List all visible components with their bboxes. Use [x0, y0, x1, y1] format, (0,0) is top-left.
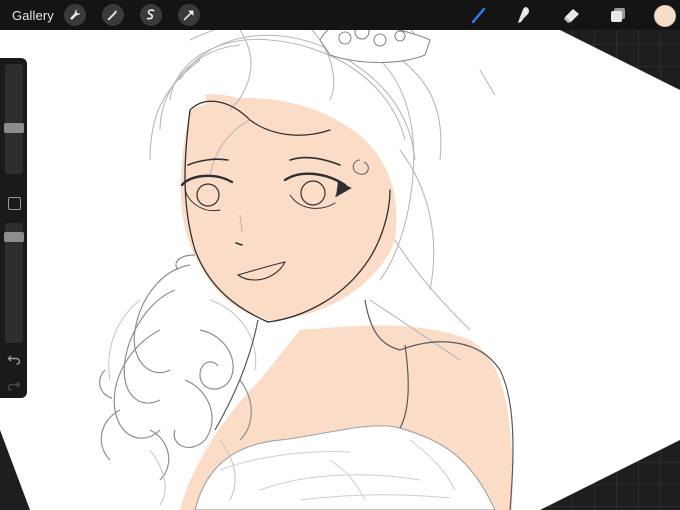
- undo-icon[interactable]: [7, 352, 21, 366]
- color-picker-swatch[interactable]: [654, 5, 676, 27]
- brush-tool[interactable]: [468, 4, 490, 26]
- actions-button[interactable]: [64, 4, 86, 26]
- brush-icon: [471, 7, 486, 24]
- wrench-icon: [70, 9, 81, 20]
- gallery-button[interactable]: Gallery: [12, 8, 54, 23]
- transform-arrow-icon: [183, 10, 194, 21]
- transform-button[interactable]: [178, 4, 200, 26]
- left-sidebar: [0, 58, 27, 398]
- redo-icon[interactable]: [7, 378, 21, 392]
- artwork-canvas[interactable]: [0, 0, 680, 510]
- layers-icon: [611, 8, 625, 22]
- adjustments-button[interactable]: [102, 4, 124, 26]
- smudge-icon: [518, 7, 530, 23]
- layers-button[interactable]: [607, 4, 629, 26]
- selection-icon: [146, 9, 155, 20]
- opacity-thumb[interactable]: [4, 232, 24, 242]
- modify-button[interactable]: [8, 197, 21, 210]
- smudge-tool[interactable]: [513, 4, 535, 26]
- brush-size-thumb[interactable]: [4, 123, 24, 133]
- top-toolbar: Gallery: [0, 0, 680, 30]
- eraser-icon: [564, 9, 579, 23]
- eraser-tool[interactable]: [561, 4, 583, 26]
- selection-button[interactable]: [140, 4, 162, 26]
- brush-size-slider[interactable]: [4, 64, 24, 174]
- opacity-slider[interactable]: [4, 223, 24, 343]
- magic-wand-icon: [107, 9, 118, 21]
